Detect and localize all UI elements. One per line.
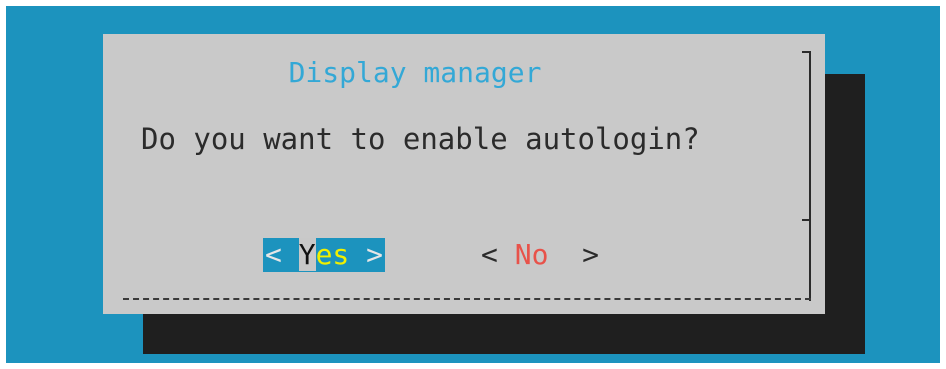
dialog-title: Display manager (288, 56, 542, 89)
dialog-box: Display manager Do you want to enable au… (103, 34, 825, 314)
yes-right-bracket: > (349, 238, 384, 271)
dialog-question: Do you want to enable autologin? (141, 122, 700, 156)
no-button[interactable]: < No > (481, 238, 599, 272)
yes-label-rest: es (315, 238, 350, 271)
terminal-screen: Display manager Do you want to enable au… (6, 6, 940, 363)
no-right-bracket: > (548, 238, 600, 271)
yes-hotkey: Y (298, 238, 316, 271)
dialog-border-right-lower (802, 219, 811, 301)
no-left-bracket: < (481, 238, 515, 271)
yes-left-bracket: < (265, 238, 299, 271)
no-label-rest: o (531, 238, 549, 271)
dialog-border-right-upper (802, 51, 811, 219)
dialog-border-bottom (123, 298, 811, 300)
no-hotkey: N (514, 238, 532, 271)
yes-button[interactable]: < Yes > (263, 238, 386, 272)
